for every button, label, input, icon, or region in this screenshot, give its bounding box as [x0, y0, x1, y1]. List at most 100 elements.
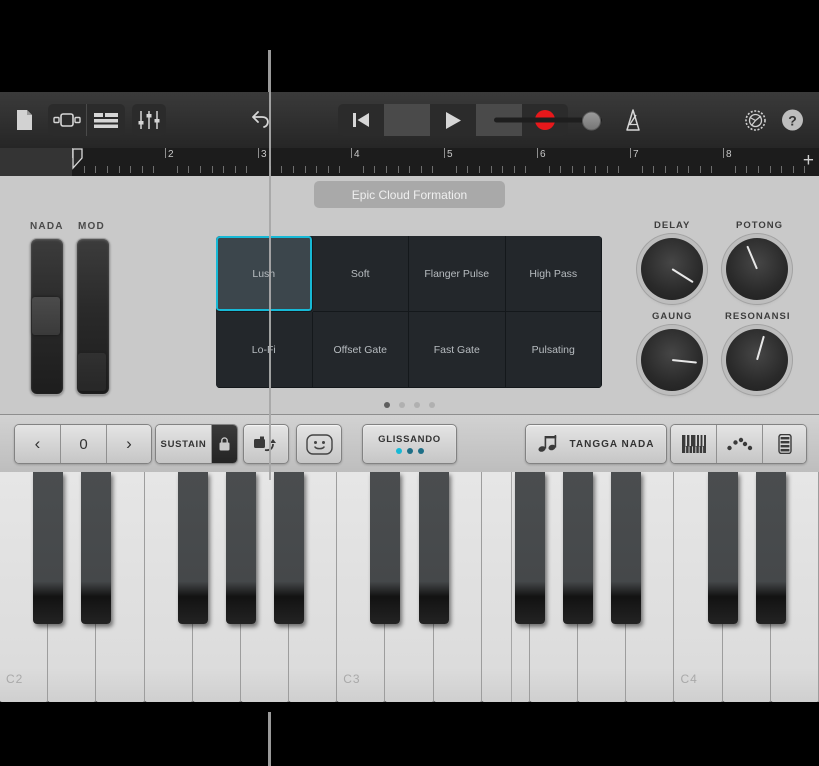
- ruler-beat-tick: [316, 166, 318, 173]
- master-volume-slider[interactable]: [494, 111, 602, 131]
- my-songs-button[interactable]: [12, 106, 36, 134]
- ruler-beat-tick: [548, 166, 550, 173]
- keyboard-split-marker: [511, 472, 512, 702]
- preset-pad-grid: Lush Soft Flanger Pulse High Pass Lo-Fi …: [216, 236, 602, 388]
- black-key[interactable]: [225, 472, 256, 624]
- resonance-knob[interactable]: [726, 329, 788, 391]
- pad-soft[interactable]: Soft: [312, 236, 409, 312]
- callout-line-middle: [269, 92, 271, 480]
- ruler-beat-tick: [385, 166, 387, 173]
- page-dot-2[interactable]: [399, 402, 405, 408]
- metronome-button[interactable]: [620, 107, 646, 133]
- keyboard-base: [0, 702, 819, 714]
- track-view-button[interactable]: [48, 104, 86, 136]
- black-key[interactable]: [81, 472, 112, 624]
- black-key[interactable]: [177, 472, 208, 624]
- ruler-beat-tick: [641, 166, 643, 173]
- keyboard-control-bar: ‹ 0 › SUSTAIN GLISSANDO TANGGA NADA: [0, 414, 819, 474]
- pad-lo-fi[interactable]: Lo-Fi: [216, 312, 313, 388]
- playhead-marker[interactable]: [72, 148, 84, 176]
- octave-down-button[interactable]: ‹: [15, 425, 61, 463]
- black-key[interactable]: [33, 472, 64, 624]
- black-key[interactable]: [514, 472, 545, 624]
- delay-knob[interactable]: [641, 238, 703, 300]
- ruler-header-pad: [0, 148, 72, 176]
- ruler-beat-tick: [281, 166, 283, 173]
- arpeggiator-button[interactable]: [243, 424, 289, 464]
- pad-pulsating[interactable]: Pulsating: [505, 312, 602, 388]
- sustain-button[interactable]: SUSTAIN: [156, 425, 212, 463]
- reverb-knob[interactable]: [641, 329, 703, 391]
- ruler-beat-tick: [711, 166, 713, 173]
- black-key[interactable]: [755, 472, 786, 624]
- piano-keys-icon: [681, 435, 706, 453]
- pad-offset-gate[interactable]: Offset Gate: [312, 312, 409, 388]
- pad-fast-gate[interactable]: Fast Gate: [409, 312, 506, 388]
- ruler-bar-tick: [351, 148, 352, 158]
- resonance-knob-indicator: [756, 335, 765, 361]
- pitch-slider-label: NADA: [30, 221, 64, 232]
- ruler-bar-number: 6: [540, 149, 546, 160]
- black-key[interactable]: [370, 472, 401, 624]
- ruler-bar-tick: [630, 148, 631, 158]
- ruler-beat-tick: [153, 166, 155, 173]
- pitch-slider-thumb[interactable]: [32, 297, 60, 335]
- black-key[interactable]: [274, 472, 305, 624]
- eighth-notes-icon: [538, 435, 556, 452]
- modulation-slider[interactable]: [76, 238, 110, 395]
- mixer-button[interactable]: [132, 104, 166, 136]
- glissando-dot-1: [395, 448, 402, 454]
- rewind-button[interactable]: [338, 104, 384, 136]
- ruler-beat-tick: [304, 166, 306, 173]
- timeline-ruler[interactable]: 12345678 +: [0, 148, 819, 176]
- piano-view-button[interactable]: [671, 425, 717, 463]
- help-button[interactable]: ?: [782, 109, 803, 131]
- scale-button[interactable]: TANGGA NADA: [525, 424, 667, 464]
- page-dot-3[interactable]: [414, 402, 420, 408]
- pitch-bend-slider[interactable]: [30, 238, 64, 395]
- black-key[interactable]: [418, 472, 449, 624]
- question-mark-icon: ?: [782, 109, 803, 131]
- volume-track: [494, 111, 602, 131]
- piano-keyboard[interactable]: C2 C3 C4: [0, 472, 819, 712]
- pad-page-dots[interactable]: [0, 402, 819, 408]
- cutoff-knob[interactable]: [726, 238, 788, 300]
- black-key[interactable]: [611, 472, 642, 624]
- delay-knob-label: DELAY: [654, 220, 691, 231]
- ruler-beat-tick: [374, 166, 376, 173]
- sustain-lock-button[interactable]: [212, 425, 237, 463]
- strips-view-button[interactable]: [763, 425, 806, 463]
- mod-slider-thumb[interactable]: [78, 353, 106, 391]
- ruler-beat-tick: [339, 166, 341, 173]
- cutoff-knob-label: POTONG: [736, 220, 783, 231]
- black-key[interactable]: [563, 472, 594, 624]
- ruler-bar-number: 4: [354, 149, 360, 160]
- volume-thumb[interactable]: [582, 111, 601, 131]
- patch-name-button[interactable]: Epic Cloud Formation: [314, 181, 505, 208]
- list-view-button[interactable]: [87, 104, 125, 136]
- tracks-list-icon: [94, 112, 118, 128]
- octave-up-button[interactable]: ›: [107, 425, 151, 463]
- ruler-beat-tick: [95, 166, 97, 173]
- metronome-icon: [626, 109, 640, 131]
- ruler-beat-tick: [246, 166, 248, 173]
- ruler-beat-tick: [409, 166, 411, 173]
- pad-flanger-pulse[interactable]: Flanger Pulse: [409, 236, 506, 312]
- notes-view-button[interactable]: [717, 425, 763, 463]
- glissando-label: GLISSANDO: [378, 434, 441, 445]
- glissando-button[interactable]: GLISSANDO: [362, 424, 457, 464]
- top-toolbar: ?: [0, 92, 819, 149]
- black-key[interactable]: [707, 472, 738, 624]
- ruler-beat-tick: [606, 166, 608, 173]
- play-button[interactable]: [430, 104, 476, 136]
- settings-button[interactable]: [742, 107, 768, 133]
- ruler-bar-number: 8: [726, 149, 732, 160]
- touch-response-button[interactable]: [296, 424, 342, 464]
- page-dot-4[interactable]: [429, 402, 435, 408]
- ruler-beat-tick: [502, 166, 504, 173]
- pad-high-pass[interactable]: High Pass: [505, 236, 602, 312]
- add-track-button[interactable]: +: [803, 151, 814, 170]
- pad-lush[interactable]: Lush: [216, 236, 313, 312]
- ruler-beat-tick: [327, 166, 329, 173]
- page-dot-1[interactable]: [384, 402, 390, 408]
